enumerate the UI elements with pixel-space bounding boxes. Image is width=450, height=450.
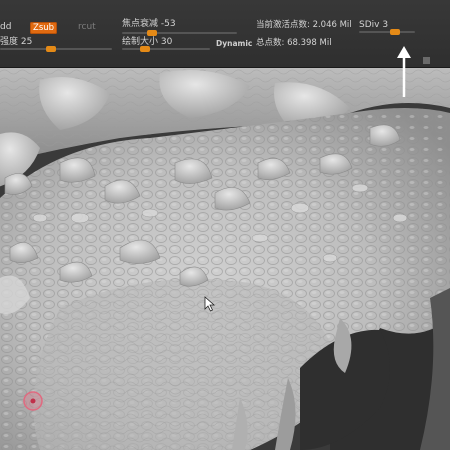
brush-circle-icon	[23, 391, 43, 411]
toolbar: dd Zsub rcut 强度 25 焦点衰减 -53 绘制大小 30 Dyna…	[0, 0, 450, 68]
mouse-cursor-icon	[204, 296, 216, 312]
intensity-slider-thumb[interactable]	[46, 46, 56, 52]
sculpt-render	[0, 68, 450, 450]
dynamic-toggle[interactable]: Dynamic	[216, 38, 252, 49]
small-square-icon[interactable]	[423, 57, 430, 64]
sdiv-slider[interactable]	[359, 29, 415, 35]
zcut-button[interactable]: rcut	[78, 22, 96, 33]
intensity-slider[interactable]	[0, 46, 112, 52]
draw-mode-label[interactable]: dd	[0, 22, 11, 33]
focal-shift-label[interactable]: 焦点衰减 -53	[122, 19, 176, 30]
viewport-canvas[interactable]	[0, 68, 450, 450]
intensity-label[interactable]: 强度 25	[0, 37, 32, 48]
focal-shift-slider[interactable]	[122, 30, 237, 36]
focal-shift-slider-thumb[interactable]	[147, 30, 157, 36]
zsub-button[interactable]: Zsub	[30, 22, 58, 34]
draw-size-slider[interactable]	[122, 46, 210, 52]
active-points-readout: 当前激活点数: 2.046 Mil	[256, 20, 352, 30]
draw-size-slider-thumb[interactable]	[140, 46, 150, 52]
sdiv-label[interactable]: SDiv 3	[359, 20, 388, 31]
total-points-readout: 总点数: 68.398 Mil	[256, 38, 332, 48]
sdiv-slider-thumb[interactable]	[390, 29, 400, 35]
